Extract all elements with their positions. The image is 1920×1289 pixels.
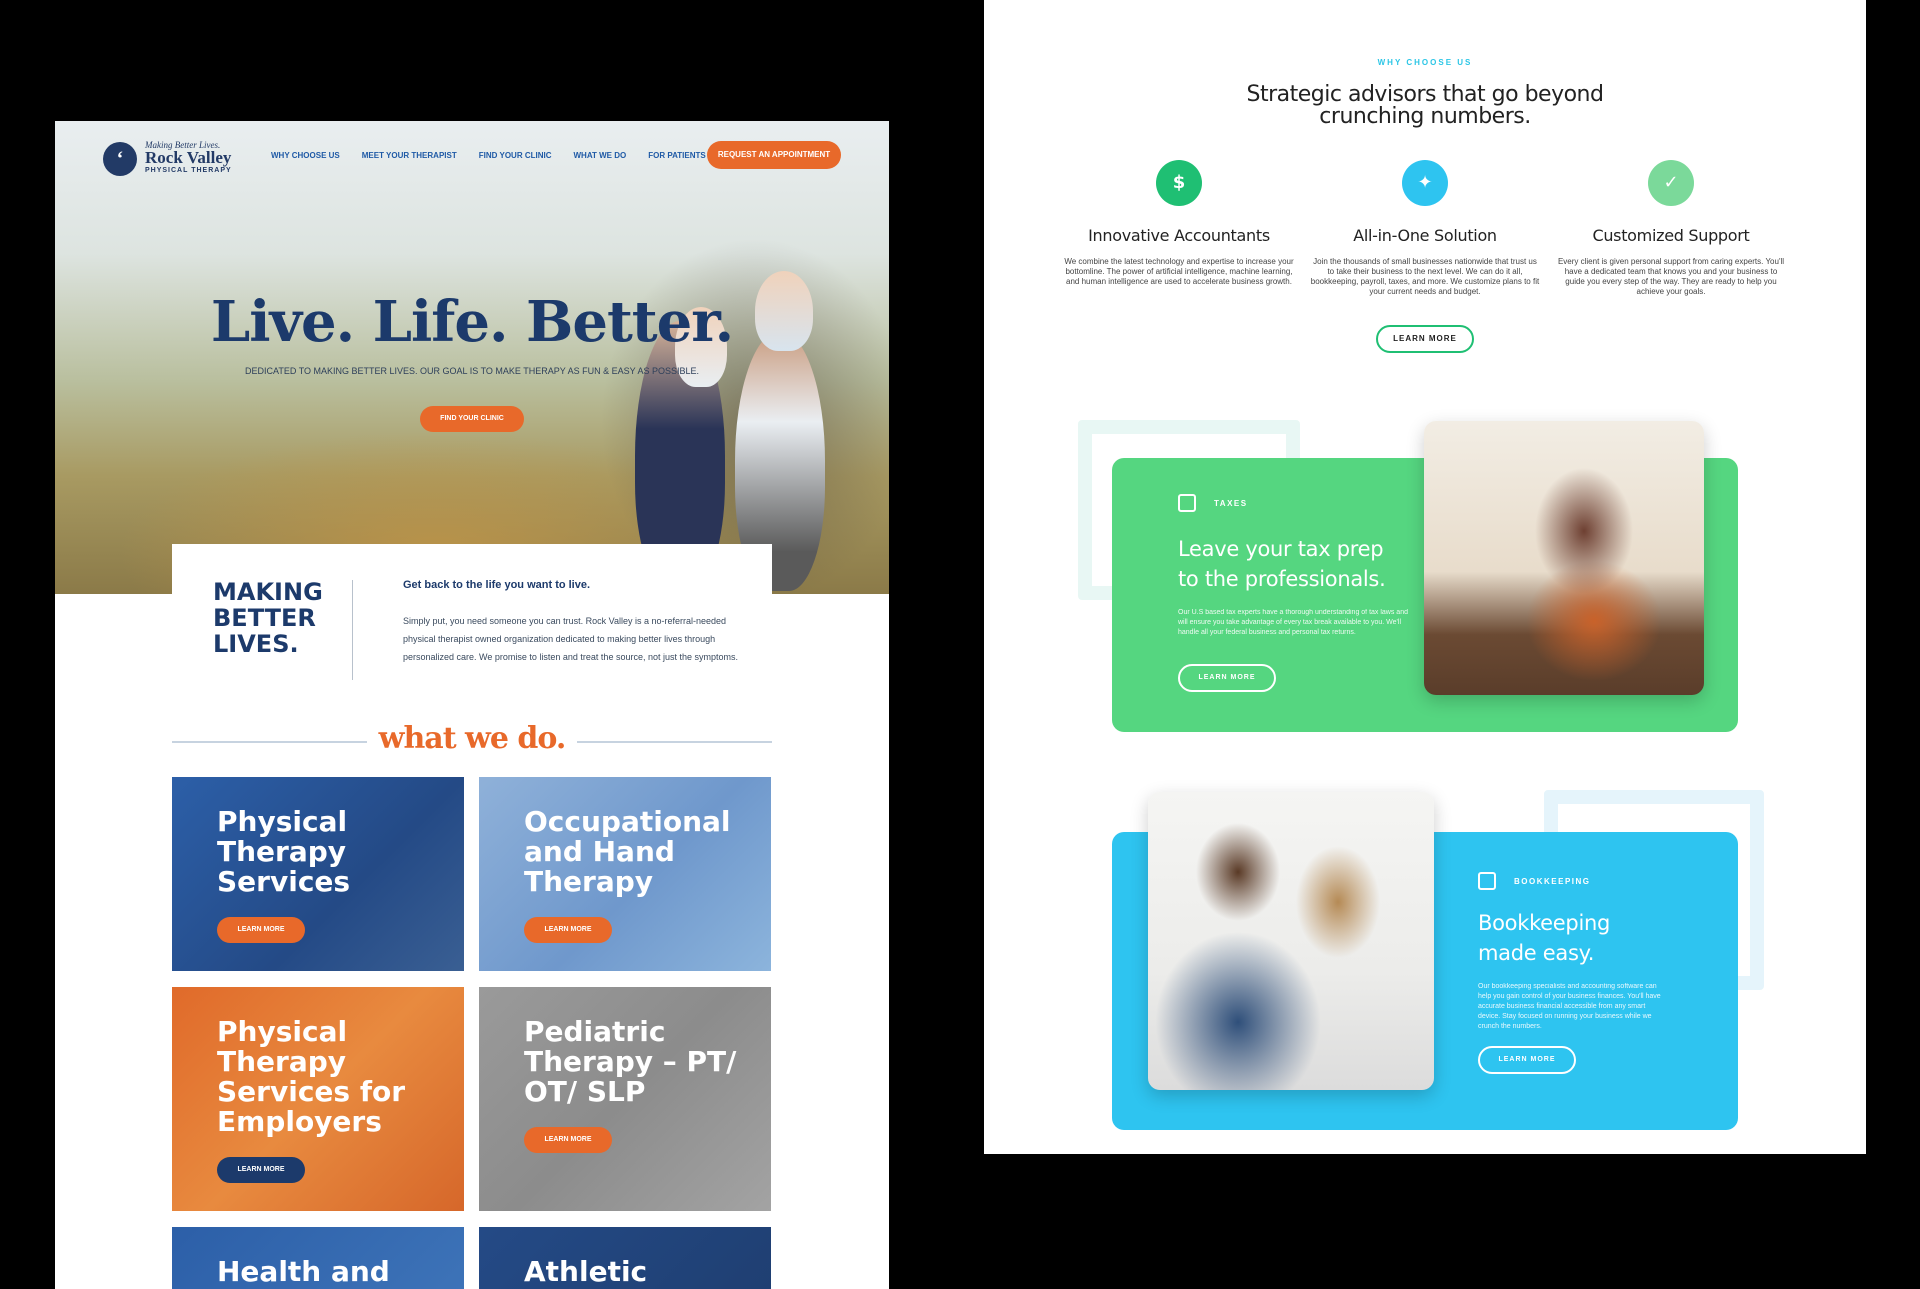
service-card-athletic[interactable]: Athletic <box>479 1227 771 1289</box>
feature-body: We combine the latest technology and exp… <box>1064 257 1294 286</box>
feature-title: Customized Support <box>1592 226 1750 245</box>
service-card-health[interactable]: Health and <box>172 1227 464 1289</box>
feature-body: Every client is given personal support f… <box>1557 257 1785 296</box>
learn-more-button[interactable]: LEARN MORE <box>1178 664 1276 692</box>
panel-tag: BOOKKEEPING <box>1514 877 1591 886</box>
panel-title-line: Bookkeeping <box>1478 911 1611 935</box>
feature-title: Innovative Accountants <box>1088 226 1270 245</box>
intro-lead: Get back to the life you want to live. <box>403 579 591 591</box>
service-card-employers[interactable]: Physical Therapy Services for Employers … <box>172 987 464 1211</box>
section-title: what we do. <box>378 721 567 756</box>
panel-title: Leave your tax prep to the professionals… <box>1178 534 1386 594</box>
photo-couple-laptop <box>1148 792 1434 1090</box>
hero-subtitle: DEDICATED TO MAKING BETTER LIVES. OUR GO… <box>245 366 699 376</box>
nav-link-meet-your-therapist[interactable]: MEET YOUR THERAPIST <box>362 151 457 160</box>
accounting-mockup: WHY CHOOSE US Strategic advisors that go… <box>984 0 1866 1154</box>
intro-section: MAKING BETTER LIVES. Get back to the lif… <box>172 544 772 729</box>
card-title: Pediatric Therapy – PT/ OT/ SLP <box>524 1015 737 1108</box>
learn-more-button[interactable]: LEARN MORE <box>524 1127 612 1153</box>
card-title: Occupational and Hand Therapy <box>524 805 731 898</box>
logo-name: Rock Valley <box>145 148 232 167</box>
learn-more-button[interactable]: LEARN MORE <box>1376 325 1474 353</box>
hero-banner <box>55 121 889 594</box>
ledger-icon <box>1478 872 1496 890</box>
feature-innovative-accountants: $ Innovative Accountants We combine the … <box>1063 160 1295 287</box>
divider <box>352 580 353 680</box>
what-we-do-heading: what we do. <box>172 721 772 761</box>
nav-links: WHY CHOOSE US MEET YOUR THERAPIST FIND Y… <box>271 151 728 160</box>
service-card-occupational-hand[interactable]: Occupational and Hand Therapy LEARN MORE <box>479 777 771 971</box>
feature-customized-support: ✓ Customized Support Every client is giv… <box>1555 160 1787 297</box>
card-title: Physical Therapy Services for Employers <box>217 1015 406 1138</box>
headline-line: crunching numbers. <box>1319 104 1531 129</box>
card-title: Health and <box>217 1255 390 1288</box>
card-title: Athletic <box>524 1255 648 1288</box>
panel-title-line: to the professionals. <box>1178 567 1386 591</box>
dollar-icon: $ <box>1156 160 1202 206</box>
panel-title-line: made easy. <box>1478 941 1595 965</box>
feature-title: All-in-One Solution <box>1353 226 1497 245</box>
feature-all-in-one: ✦ All-in-One Solution Join the thousands… <box>1309 160 1541 297</box>
rock-valley-mockup: ‘ Making Better Lives. Rock Valley PHYSI… <box>55 121 889 1289</box>
panel-title-line: Leave your tax prep <box>1178 537 1384 561</box>
logo-subtitle: PHYSICAL THERAPY <box>145 167 232 174</box>
rock-valley-logo[interactable]: ‘ Making Better Lives. Rock Valley PHYSI… <box>103 140 253 180</box>
learn-more-button[interactable]: LEARN MORE <box>1478 1046 1576 1074</box>
service-card-pediatric[interactable]: Pediatric Therapy – PT/ OT/ SLP LEARN MO… <box>479 987 771 1211</box>
top-navigation: ‘ Making Better Lives. Rock Valley PHYSI… <box>55 121 889 191</box>
handshake-icon: ✦ <box>1402 160 1448 206</box>
nav-link-what-we-do[interactable]: WHAT WE DO <box>573 151 626 160</box>
tax-document-icon <box>1178 494 1196 512</box>
nav-link-why-choose-us[interactable]: WHY CHOOSE US <box>271 151 340 160</box>
nav-link-find-your-clinic[interactable]: FIND YOUR CLINIC <box>479 151 552 160</box>
panel-body: Our bookkeeping specialists and accounti… <box>1478 983 1661 1030</box>
section-eyebrow: WHY CHOOSE US <box>1377 58 1473 67</box>
find-your-clinic-button[interactable]: FIND YOUR CLINIC <box>420 406 524 432</box>
learn-more-button[interactable]: LEARN MORE <box>217 1157 305 1183</box>
nav-link-for-patients[interactable]: FOR PATIENTS <box>648 151 705 160</box>
card-title: Physical Therapy Services <box>217 805 351 898</box>
panel-title: Bookkeeping made easy. <box>1478 908 1610 968</box>
photo-woman-laptop <box>1424 421 1704 695</box>
learn-more-button[interactable]: LEARN MORE <box>217 917 305 943</box>
headline-line: Strategic advisors that go beyond <box>1246 82 1604 107</box>
logo-mark-icon: ‘ <box>103 142 137 176</box>
panel-tag: TAXES <box>1214 499 1248 508</box>
intro-heading: MAKING BETTER LIVES. <box>213 578 323 658</box>
shield-icon: ✓ <box>1648 160 1694 206</box>
feature-body: Join the thousands of small businesses n… <box>1310 257 1540 296</box>
intro-body: Simply put, you need someone you can tru… <box>403 616 738 662</box>
request-appointment-button[interactable]: REQUEST AN APPOINTMENT <box>707 141 841 169</box>
service-card-physical-therapy[interactable]: Physical Therapy Services LEARN MORE <box>172 777 464 971</box>
panel-body: Our U.S based tax experts have a thoroug… <box>1178 609 1408 636</box>
section-headline: Strategic advisors that go beyond crunch… <box>984 84 1866 128</box>
hero-title: Live. Life. Better. <box>210 289 734 355</box>
learn-more-button[interactable]: LEARN MORE <box>524 917 612 943</box>
